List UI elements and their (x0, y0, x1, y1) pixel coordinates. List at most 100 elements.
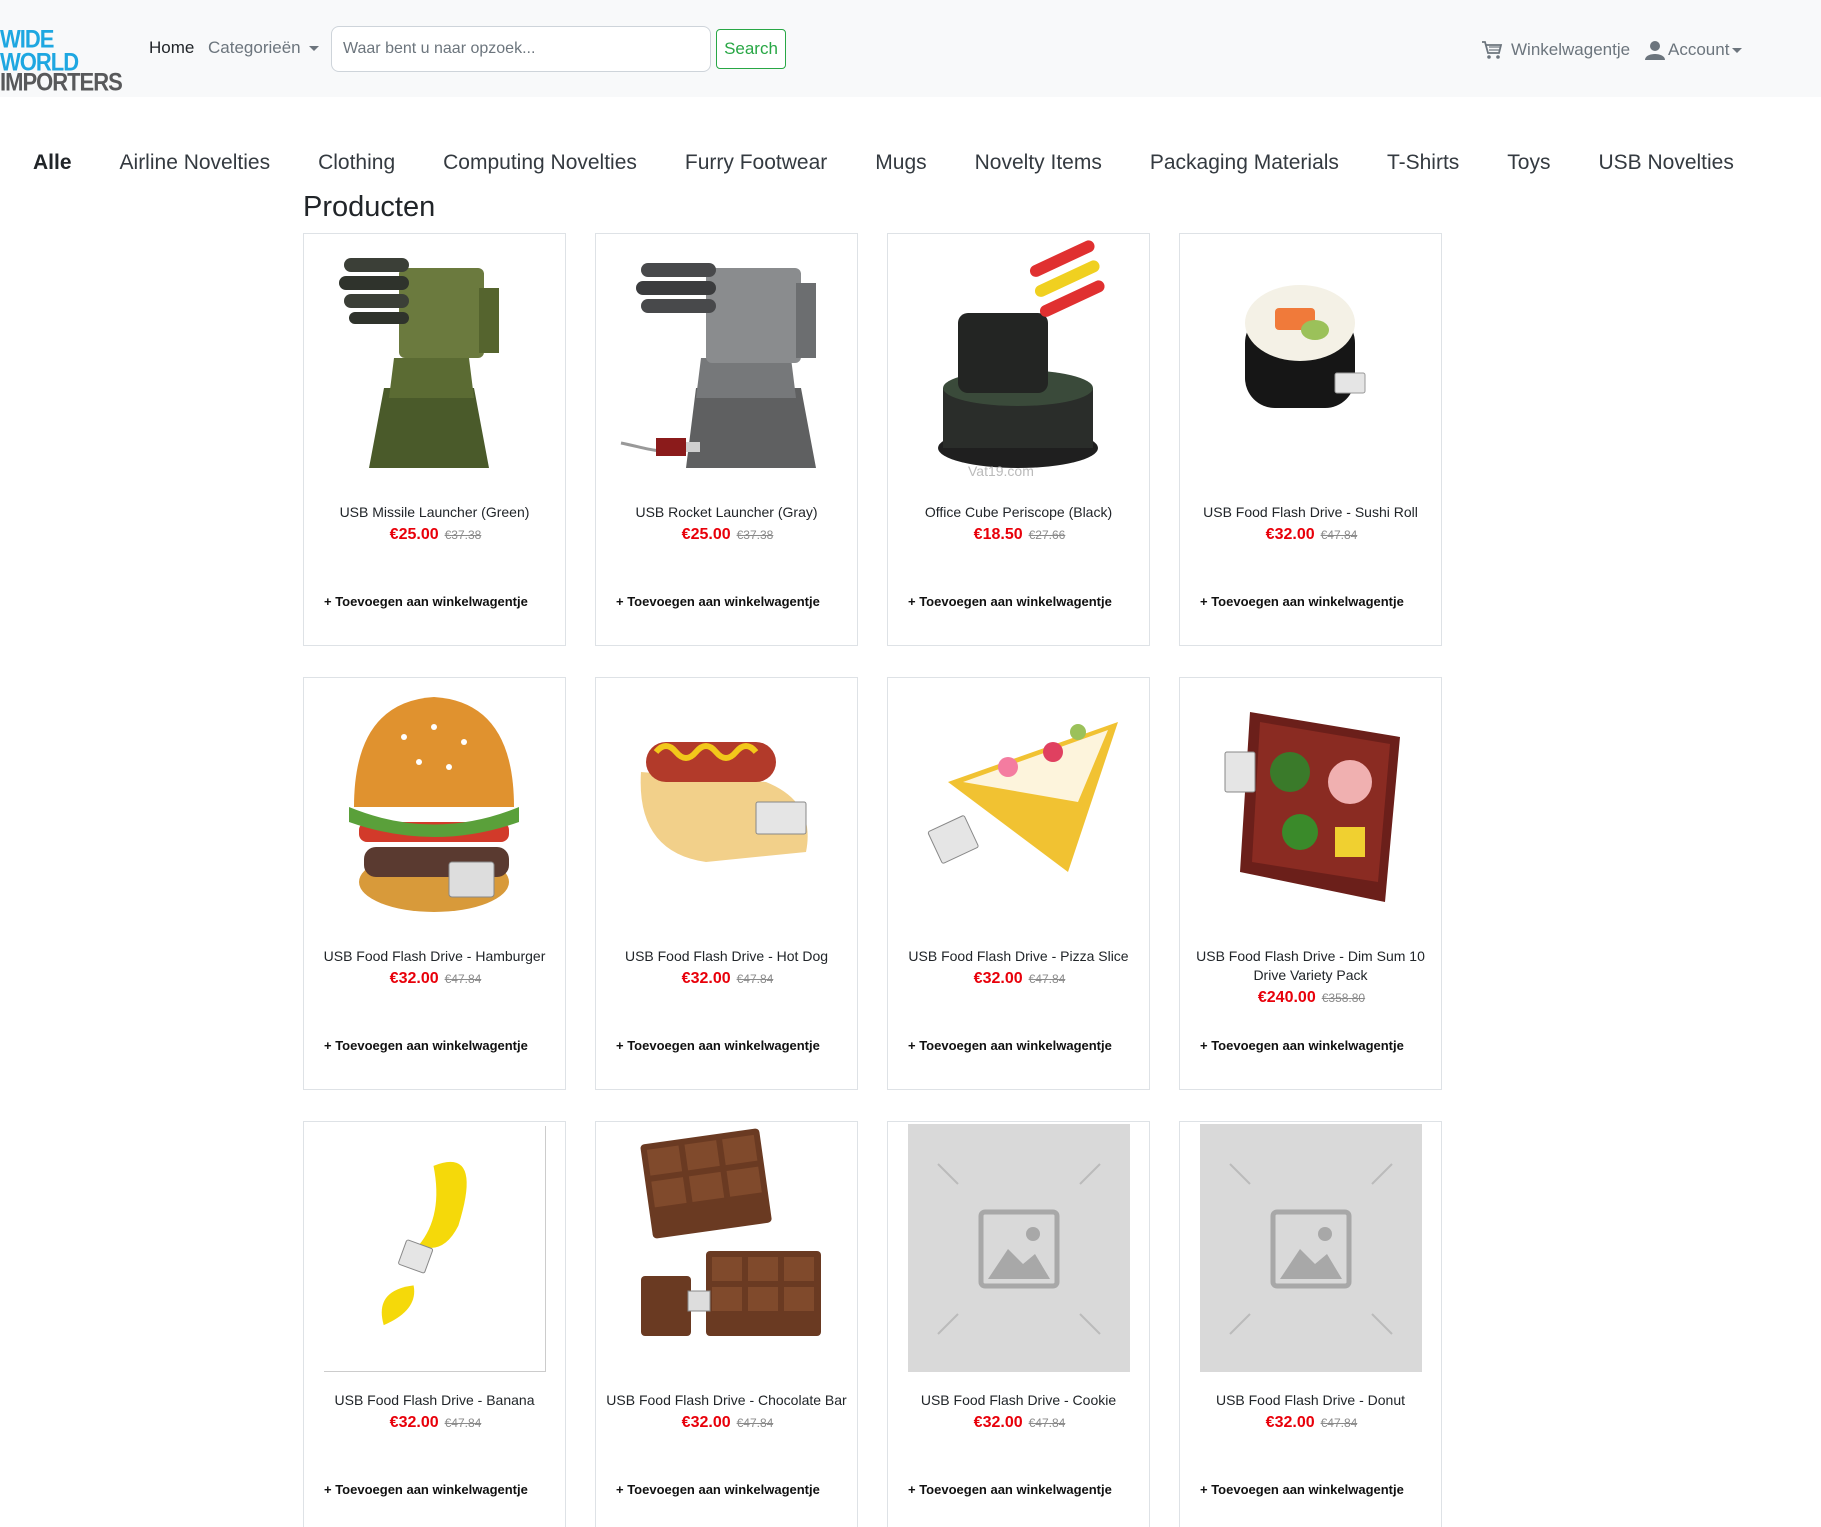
account-dropdown[interactable]: Account (1645, 40, 1743, 60)
price-block: €32.00 €47.84 (304, 1414, 567, 1432)
banana-image (324, 1126, 546, 1372)
category-tab-mugs[interactable]: Mugs (875, 151, 926, 175)
brand-logo-line2: IMPORTERS (0, 67, 123, 97)
product-card[interactable]: USB Missile Launcher (Green) €25.00 €37.3… (303, 233, 566, 646)
nav-categories-label: Categorieën (208, 38, 301, 57)
product-card[interactable]: USB Food Flash Drive - Cookie €32.00 €47.… (887, 1121, 1150, 1527)
product-name[interactable]: USB Food Flash Drive - Donut (1190, 1391, 1431, 1410)
product-card[interactable]: USB Rocket Launcher (Gray) €25.00 €37.38 … (595, 233, 858, 646)
add-to-cart-link[interactable]: + Toevoegen aan winkelwagentje (616, 1482, 820, 1497)
product-name[interactable]: USB Food Flash Drive - Chocolate Bar (606, 1391, 847, 1410)
add-to-cart-link[interactable]: + Toevoegen aan winkelwagentje (324, 1482, 528, 1497)
category-tab-t-shirts[interactable]: T-Shirts (1387, 151, 1459, 175)
product-name[interactable]: USB Food Flash Drive - Hamburger (314, 947, 555, 966)
old-price: €47.84 (736, 1416, 774, 1430)
product-card[interactable]: USB Food Flash Drive - Banana €32.00 €47.… (303, 1121, 566, 1527)
chocolate-bar-image (640, 1128, 821, 1336)
top-navbar: WIDE WORLD IMPORTERS Home Categorieën Se… (0, 0, 1821, 97)
add-to-cart-link[interactable]: + Toevoegen aan winkelwagentje (324, 594, 528, 609)
page-title: Producten (303, 191, 436, 223)
add-to-cart-link[interactable]: + Toevoegen aan winkelwagentje (908, 1038, 1112, 1053)
add-to-cart-link[interactable]: + Toevoegen aan winkelwagentje (1200, 1482, 1404, 1497)
image-placeholder-icon (908, 1124, 1130, 1372)
product-card[interactable]: USB Food Flash Drive - Sushi Roll €32.00… (1179, 233, 1442, 646)
price-block: €32.00 €47.84 (596, 970, 859, 988)
brand-logo[interactable]: WIDE WORLD IMPORTERS (0, 26, 123, 94)
price: €32.00 (681, 970, 731, 987)
price-block: €32.00 €47.84 (888, 1414, 1151, 1432)
black-periscope-launcher-image: Vat19.com (938, 240, 1105, 479)
category-tabs: Alle Airline Novelties Clothing Computin… (33, 151, 1782, 175)
product-name[interactable]: USB Missile Launcher (Green) (314, 503, 555, 522)
product-name[interactable]: USB Food Flash Drive - Sushi Roll (1190, 503, 1431, 522)
product-card[interactable]: USB Food Flash Drive - Hot Dog €32.00 €47… (595, 677, 858, 1090)
price-block: €32.00 €47.84 (1180, 1414, 1443, 1432)
account-label: Account (1668, 40, 1730, 59)
category-tab-airline-novelties[interactable]: Airline Novelties (120, 151, 271, 175)
old-price: €47.84 (736, 972, 774, 986)
product-name[interactable]: USB Food Flash Drive - Banana (314, 1391, 555, 1410)
bento-box-image (1224, 712, 1400, 902)
svg-text:Vat19.com: Vat19.com (968, 463, 1034, 479)
price-block: €32.00 €47.84 (888, 970, 1151, 988)
category-tab-clothing[interactable]: Clothing (318, 151, 395, 175)
product-card[interactable]: Vat19.com Office Cube Periscope (Black) … (887, 233, 1150, 646)
pizza-slice-image (927, 722, 1118, 872)
green-missile-launcher-image (339, 258, 499, 468)
old-price: €37.38 (444, 528, 482, 542)
product-name[interactable]: USB Food Flash Drive - Hot Dog (606, 947, 847, 966)
nav-home-link[interactable]: Home (149, 38, 194, 58)
cart-link[interactable]: Winkelwagentje (1481, 40, 1630, 60)
nav-categories-dropdown[interactable]: Categorieën (208, 38, 319, 58)
price: €32.00 (1265, 526, 1315, 543)
add-to-cart-link[interactable]: + Toevoegen aan winkelwagentje (324, 1038, 528, 1053)
category-tab-furry-footwear[interactable]: Furry Footwear (685, 151, 827, 175)
price: €32.00 (973, 970, 1023, 987)
category-tab-computing-novelties[interactable]: Computing Novelties (443, 151, 637, 175)
search-button[interactable]: Search (716, 29, 786, 69)
cart-label: Winkelwagentje (1511, 40, 1631, 59)
gray-rocket-launcher-image (620, 263, 816, 468)
category-tab-toys[interactable]: Toys (1507, 151, 1550, 175)
product-name[interactable]: USB Food Flash Drive - Cookie (898, 1391, 1139, 1410)
category-tab-novelty-items[interactable]: Novelty Items (975, 151, 1102, 175)
add-to-cart-link[interactable]: + Toevoegen aan winkelwagentje (1200, 594, 1404, 609)
price: €240.00 (1257, 989, 1316, 1006)
product-card[interactable]: USB Food Flash Drive - Dim Sum 10 Drive … (1179, 677, 1442, 1090)
price-block: €25.00 €37.38 (304, 526, 567, 544)
category-tab-alle[interactable]: Alle (33, 151, 72, 175)
cart-icon (1482, 41, 1503, 59)
category-tab-usb-novelties[interactable]: USB Novelties (1598, 151, 1733, 175)
price: €18.50 (973, 526, 1023, 543)
product-card[interactable]: USB Food Flash Drive - Donut €32.00 €47.8… (1179, 1121, 1442, 1527)
price-block: €240.00 €358.80 (1180, 989, 1443, 1007)
product-card[interactable]: USB Food Flash Drive - Hamburger €32.00 €… (303, 677, 566, 1090)
sushi-roll-image (1245, 285, 1366, 408)
add-to-cart-link[interactable]: + Toevoegen aan winkelwagentje (908, 1482, 1112, 1497)
chevron-down-icon (308, 45, 319, 51)
add-to-cart-link[interactable]: + Toevoegen aan winkelwagentje (1200, 1038, 1404, 1053)
add-to-cart-link[interactable]: + Toevoegen aan winkelwagentje (908, 594, 1112, 609)
product-name[interactable]: USB Rocket Launcher (Gray) (606, 503, 847, 522)
price-block: €25.00 €37.38 (596, 526, 859, 544)
product-name[interactable]: USB Food Flash Drive - Dim Sum 10 Drive … (1190, 947, 1431, 985)
product-name[interactable]: Office Cube Periscope (Black) (898, 503, 1139, 522)
add-to-cart-link[interactable]: + Toevoegen aan winkelwagentje (616, 594, 820, 609)
hamburger-image (349, 697, 519, 912)
old-price: €27.66 (1028, 528, 1066, 542)
hot-dog-image (640, 742, 808, 862)
category-tab-packaging-materials[interactable]: Packaging Materials (1150, 151, 1339, 175)
old-price: €47.84 (1028, 1416, 1066, 1430)
price-block: €18.50 €27.66 (888, 526, 1151, 544)
product-card[interactable]: USB Food Flash Drive - Chocolate Bar €32… (595, 1121, 858, 1527)
price: €25.00 (389, 526, 439, 543)
price: €32.00 (1265, 1414, 1315, 1431)
price: €32.00 (389, 970, 439, 987)
search-input[interactable] (331, 26, 711, 72)
price-block: €32.00 €47.84 (1180, 526, 1443, 544)
add-to-cart-link[interactable]: + Toevoegen aan winkelwagentje (616, 1038, 820, 1053)
product-card[interactable]: USB Food Flash Drive - Pizza Slice €32.0… (887, 677, 1150, 1090)
old-price: €47.84 (1320, 528, 1358, 542)
price: €32.00 (681, 1414, 731, 1431)
product-name[interactable]: USB Food Flash Drive - Pizza Slice (898, 947, 1139, 966)
